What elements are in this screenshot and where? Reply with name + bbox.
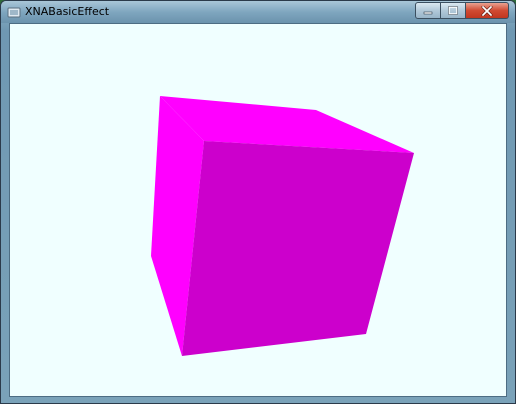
close-button[interactable]	[466, 2, 509, 19]
minimize-button[interactable]	[415, 2, 441, 19]
maximize-button[interactable]	[441, 2, 466, 19]
close-icon	[481, 5, 493, 16]
minimize-icon	[423, 11, 433, 14]
app-icon	[7, 7, 21, 18]
window-title: XNABasicEffect	[25, 5, 110, 18]
scene	[151, 96, 414, 356]
cube-front-face	[182, 141, 414, 356]
maximize-icon	[448, 6, 458, 15]
render-viewport[interactable]	[9, 23, 507, 397]
application-window: XNABasicEffect	[0, 0, 516, 404]
window-controls	[415, 2, 509, 19]
title-bar[interactable]: XNABasicEffect	[1, 1, 515, 23]
